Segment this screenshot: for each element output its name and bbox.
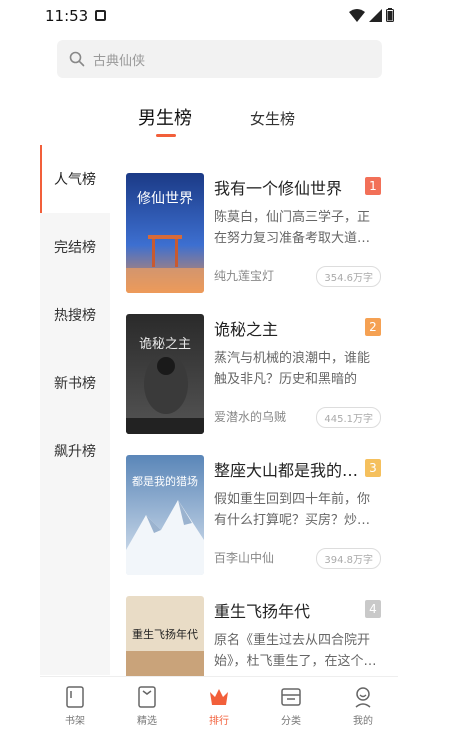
book-cover: 都是我的猎场 xyxy=(126,455,204,575)
app-screen: 11:53 古典仙侠 男生榜 女生榜 人气榜 完结榜 热搜榜 新书榜 飙升榜 修… xyxy=(40,0,398,750)
svg-text:都是我的猎场: 都是我的猎场 xyxy=(132,474,198,488)
book-cover: 修仙世界 xyxy=(126,173,204,293)
nav-label: 分类 xyxy=(281,716,301,727)
search-placeholder: 古典仙侠 xyxy=(93,53,146,69)
book-item[interactable]: 都是我的猎场 整座大山都是我的… 3 假如重生回到四十年前，你有什么打算呢？买房… xyxy=(126,455,381,575)
book-cover: 诡秘之主 xyxy=(126,314,204,434)
book-description: 陈莫白，仙门高三学子，正在努力复习准备考取大道… xyxy=(214,210,371,246)
word-count: 445.1万字 xyxy=(316,407,381,428)
word-count: 394.8万字 xyxy=(316,548,381,569)
sidebar-item-completed[interactable]: 完结榜 xyxy=(40,213,110,281)
book-title[interactable]: 我有一个修仙世界 xyxy=(214,175,359,199)
book-author: 纯九莲宝灯 xyxy=(214,269,275,283)
book-title[interactable]: 诡秘之主 xyxy=(214,316,359,340)
sidebar-item-popular[interactable]: 人气榜 xyxy=(40,145,110,213)
crown-icon xyxy=(210,689,228,705)
nav-label: 精选 xyxy=(137,716,157,727)
battery-icon xyxy=(386,8,394,22)
status-bar: 11:53 xyxy=(40,0,398,32)
word-count: 354.6万字 xyxy=(316,266,381,287)
search-icon xyxy=(69,51,85,67)
rank-badge: 3 xyxy=(365,459,381,477)
rank-badge: 1 xyxy=(365,177,381,195)
notification-icon xyxy=(95,10,106,21)
nav-bookshelf[interactable]: 书架 xyxy=(50,685,100,727)
status-time: 11:53 xyxy=(45,7,89,25)
signal-icon xyxy=(369,8,382,22)
book-description: 蒸汽与机械的浪潮中，谁能触及非凡？历史和黑暗的迷… xyxy=(214,351,371,387)
tab-indicator xyxy=(156,134,176,137)
sidebar-item-new-books[interactable]: 新书榜 xyxy=(40,349,110,417)
book-cover: 重生飞扬年代 xyxy=(126,596,204,676)
book-title[interactable]: 整座大山都是我的… xyxy=(214,457,359,481)
book-author: 百李山中仙 xyxy=(214,551,275,565)
bottom-navigation: 书架 精选 排行 分类 我的 xyxy=(40,676,398,750)
status-icons xyxy=(349,8,394,22)
nav-ranking[interactable]: 排行 xyxy=(194,685,244,727)
rank-badge: 2 xyxy=(365,318,381,336)
nav-featured[interactable]: 精选 xyxy=(122,685,172,727)
nav-category[interactable]: 分类 xyxy=(266,685,316,727)
svg-text:修仙世界: 修仙世界 xyxy=(137,191,193,207)
search-input[interactable]: 古典仙侠 xyxy=(57,40,382,78)
nav-label: 排行 xyxy=(209,716,229,727)
bookshelf-icon xyxy=(66,686,84,708)
category-icon xyxy=(281,688,301,706)
book-description: 原名《重生过去从四合院开始》，杜飞重生了，在这个… xyxy=(214,633,377,669)
rank-badge: 4 xyxy=(365,600,381,618)
svg-text:诡秘之主: 诡秘之主 xyxy=(139,337,191,352)
tab-female-ranking[interactable]: 女生榜 xyxy=(250,108,295,129)
sidebar-item-hot-search[interactable]: 热搜榜 xyxy=(40,281,110,349)
book-author: 爱潜水的乌贼 xyxy=(214,410,287,424)
ranking-sidebar: 人气榜 完结榜 热搜榜 新书榜 飙升榜 xyxy=(40,145,110,675)
nav-label: 我的 xyxy=(353,716,373,727)
book-item[interactable]: 修仙世界 我有一个修仙世界 1 陈莫白，仙门高三学子，正在努力复习准备考取大道…… xyxy=(126,173,381,293)
featured-icon xyxy=(138,686,156,708)
wifi-icon xyxy=(349,8,365,22)
nav-label: 书架 xyxy=(65,716,85,727)
svg-text:重生飞扬年代: 重生飞扬年代 xyxy=(132,627,198,641)
book-title[interactable]: 重生飞扬年代 xyxy=(214,598,359,622)
book-item[interactable]: 重生飞扬年代 重生飞扬年代 4 原名《重生过去从四合院开始》，杜飞重生了，在这个… xyxy=(126,596,381,676)
nav-profile[interactable]: 我的 xyxy=(338,685,388,727)
profile-icon xyxy=(355,687,371,708)
book-description: 假如重生回到四十年前，你有什么打算呢？买房？炒… xyxy=(214,492,371,528)
sidebar-item-rising[interactable]: 飙升榜 xyxy=(40,417,110,485)
book-item[interactable]: 诡秘之主 诡秘之主 2 蒸汽与机械的浪潮中，谁能触及非凡？历史和黑暗的迷… 爱潜… xyxy=(126,314,381,434)
tab-male-ranking[interactable]: 男生榜 xyxy=(138,104,192,130)
